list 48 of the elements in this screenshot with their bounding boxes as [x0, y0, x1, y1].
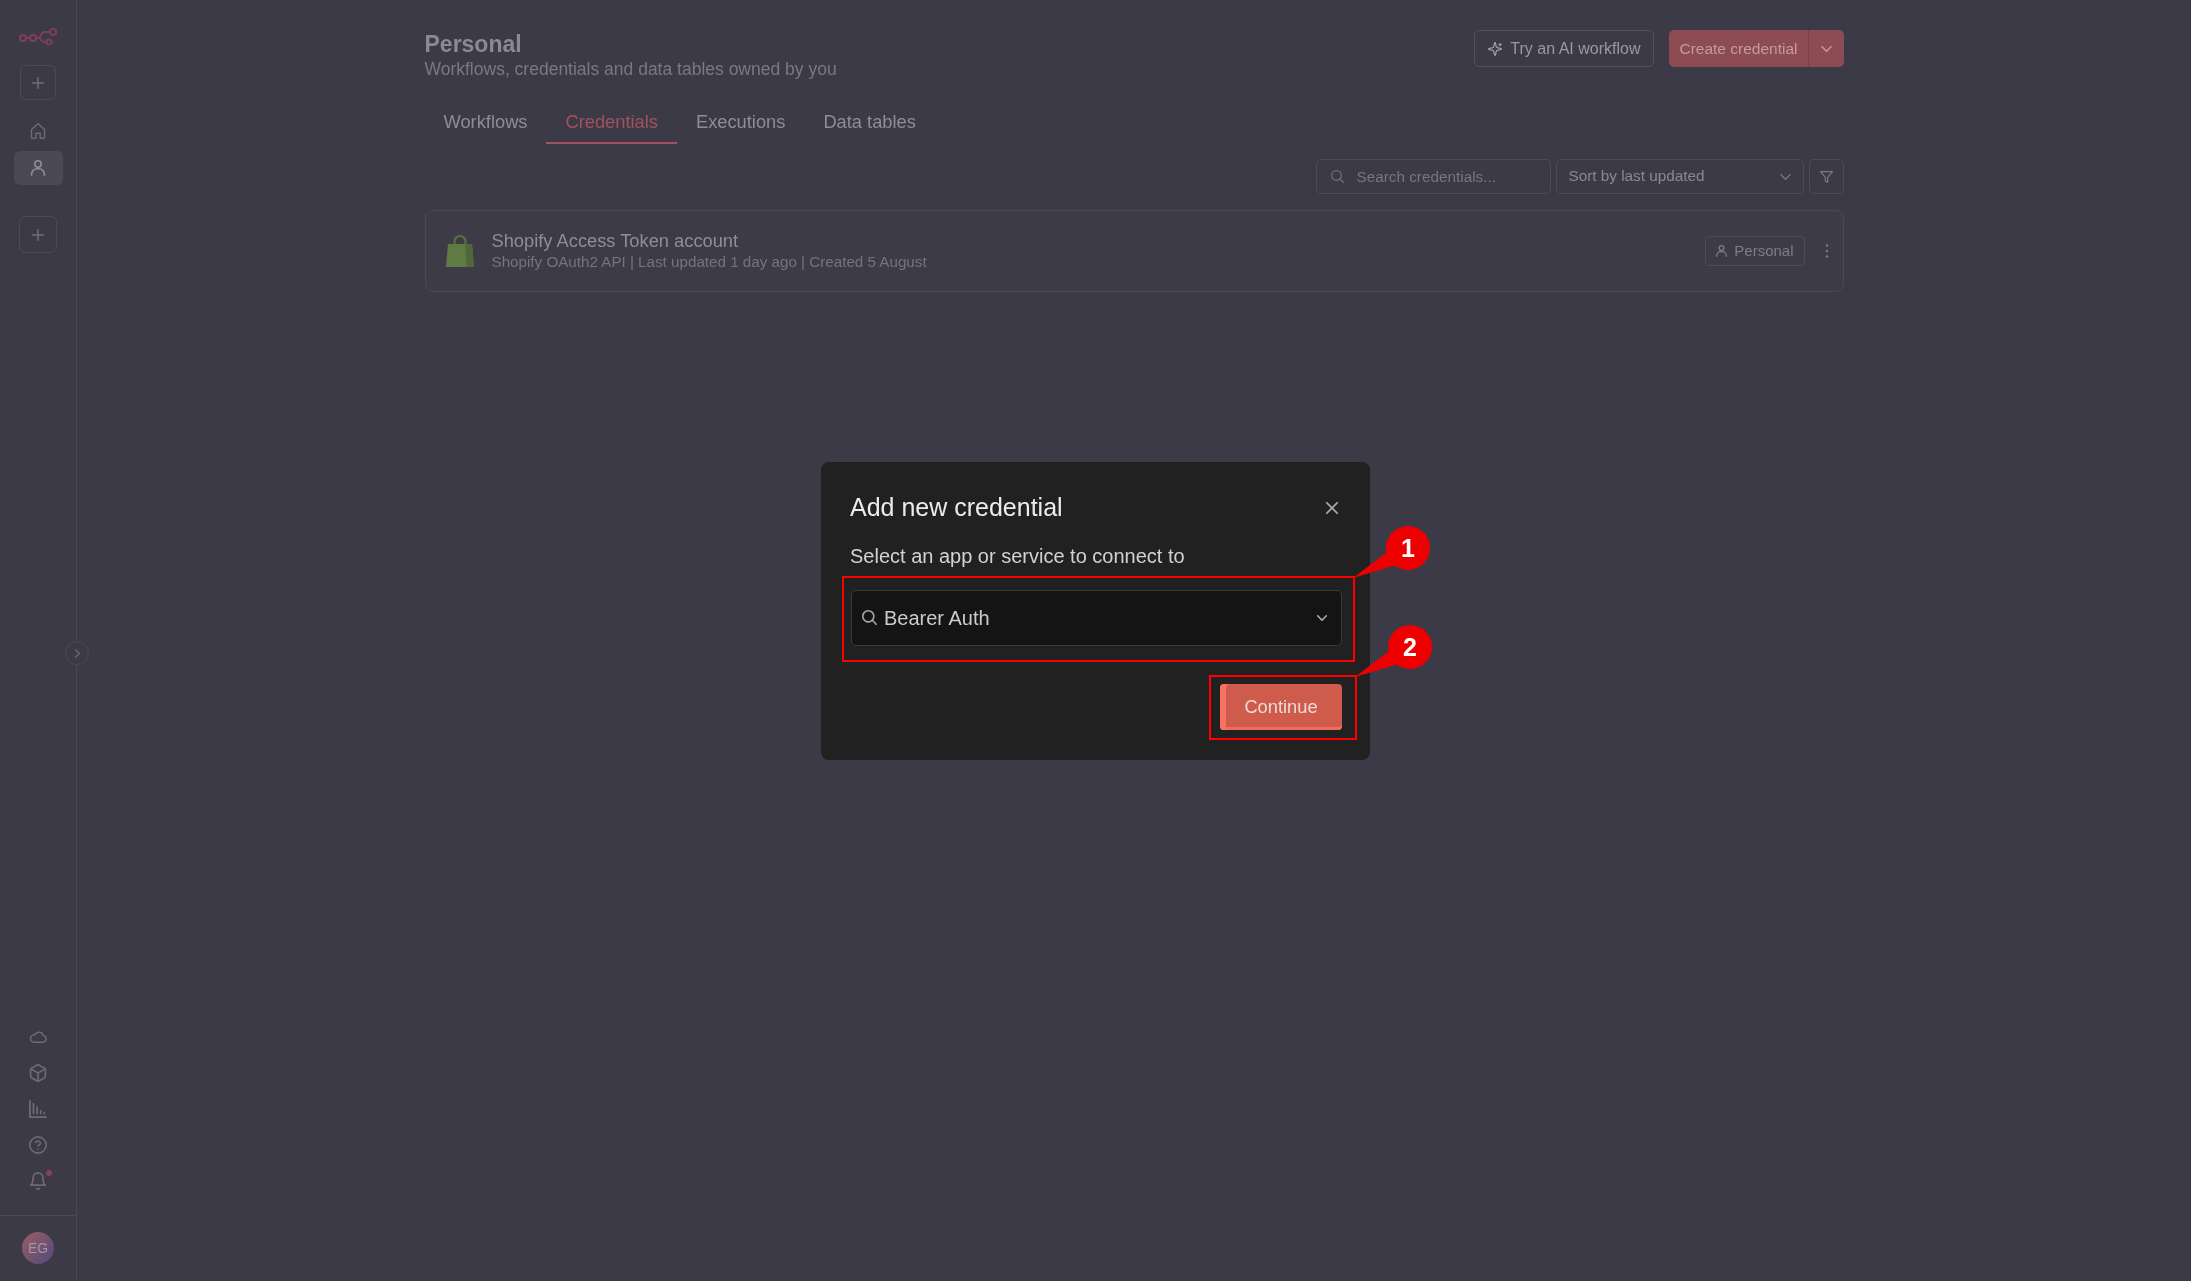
- bar-chart-icon[interactable]: [29, 1100, 47, 1118]
- tab[interactable]: Workflows: [424, 102, 547, 144]
- ai-workflow-button[interactable]: Try an AI workflow: [1474, 30, 1655, 67]
- plus-icon: [32, 76, 44, 89]
- caret-icon: [1820, 45, 1832, 52]
- step-marker: 2: [1388, 625, 1432, 669]
- credential-details: Shopify OAuth2 API | Last updated 1 day ago | Created 5 August: [491, 252, 928, 272]
- shopping-bag-icon: [445, 235, 474, 267]
- page-title: Personal: [424, 30, 523, 58]
- owner-label: Personal: [1734, 240, 1794, 261]
- sidebar-toggle-button[interactable]: [65, 641, 89, 665]
- credential-card[interactable]: Shopify Access Token account Shopify OAuth2 API | Last updated 1 day ago | Created 5 August Personal: [424, 210, 1844, 292]
- credential-name: Shopify Access Token account: [491, 230, 740, 252]
- page-subtitle: Workflows, credentials and data tables owned by you: [424, 58, 837, 80]
- sort-select[interactable]: Sort by last updated: [1555, 159, 1804, 194]
- tab[interactable]: Data tables: [804, 102, 935, 144]
- add-button[interactable]: [20, 65, 56, 100]
- close-icon[interactable]: [1326, 502, 1338, 514]
- search-icon: [862, 610, 877, 625]
- field-label: Select an app or service to connect to: [850, 544, 1186, 568]
- filter-icon: [1819, 170, 1833, 183]
- app-select[interactable]: Bearer Auth: [851, 590, 1342, 646]
- logo-icon[interactable]: [19, 27, 57, 45]
- create-credential-button[interactable]: Create credential: [1669, 30, 1808, 67]
- continue-button[interactable]: Continue: [1220, 684, 1342, 730]
- user-avatar[interactable]: EG: [22, 1232, 54, 1264]
- chevron-down-icon: [1779, 173, 1791, 180]
- plus-icon: [32, 228, 44, 241]
- nav-item[interactable]: [13, 151, 63, 185]
- dropdown-toggle-button[interactable]: [1807, 30, 1844, 67]
- add-button[interactable]: [19, 216, 57, 253]
- bell-icon[interactable]: [29, 1172, 47, 1190]
- box-icon[interactable]: [29, 1064, 47, 1082]
- dialog-title: Add new credential: [850, 492, 1063, 522]
- chevron-down-icon: [1317, 615, 1327, 621]
- tab[interactable]: Credentials: [546, 102, 677, 144]
- step-marker: 1: [1386, 526, 1430, 570]
- filter-button[interactable]: [1808, 159, 1844, 194]
- home-icon: [30, 123, 46, 139]
- search-field[interactable]: Search credentials...: [1315, 159, 1551, 194]
- person-icon: [30, 160, 46, 176]
- search-icon: [1330, 170, 1344, 183]
- more-menu-icon[interactable]: [1824, 244, 1829, 258]
- chevron-right-icon: [74, 648, 80, 658]
- sparkle-icon: [1488, 41, 1503, 56]
- help-icon[interactable]: [29, 1136, 47, 1154]
- person-icon: [1716, 245, 1728, 257]
- tab[interactable]: Executions: [676, 102, 805, 144]
